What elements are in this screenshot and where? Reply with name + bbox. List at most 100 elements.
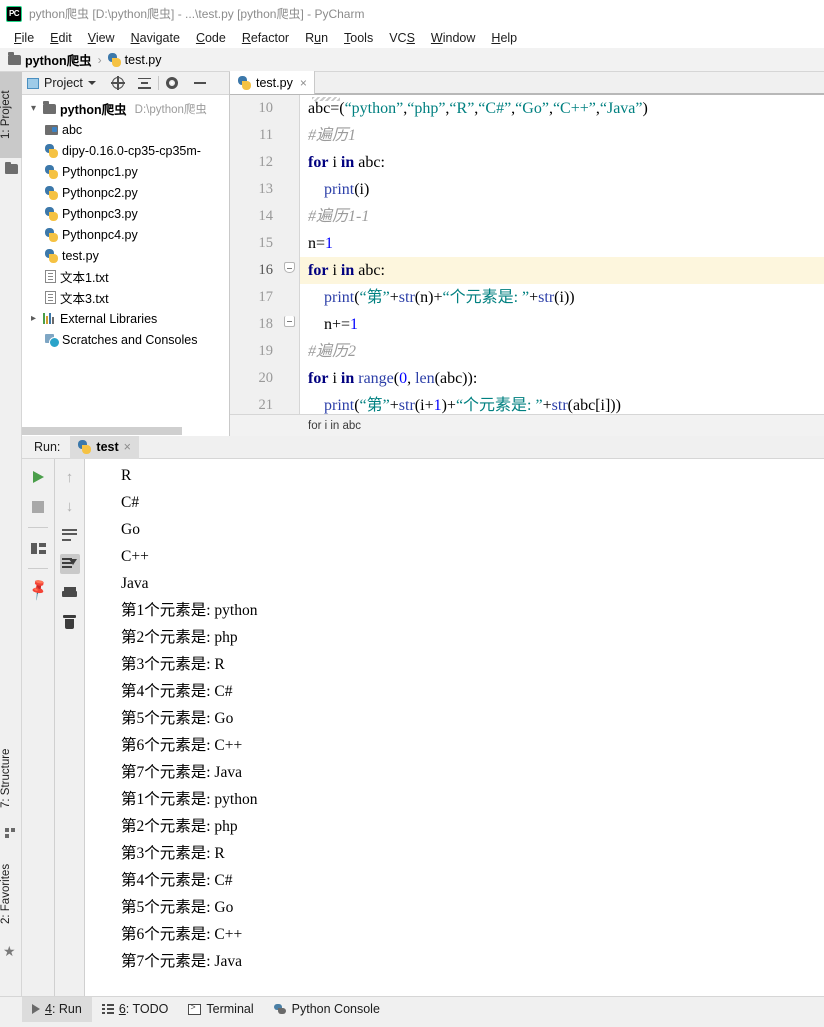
python-file-icon — [45, 206, 58, 221]
line-number-gutter[interactable]: 10 11 12 13 14 15 16 17 18 19 20 21 — [230, 95, 300, 414]
code-line-14: #遍历1-1 — [308, 208, 370, 225]
code-editor[interactable]: 10 11 12 13 14 15 16 17 18 19 20 21 abc=… — [230, 95, 824, 414]
tree-item-text1[interactable]: 文本1.txt — [22, 266, 229, 287]
line-number: 15 — [258, 235, 274, 251]
tree-item-pythonpc3[interactable]: Pythonpc3.py — [22, 203, 229, 224]
editor-tab-testpy[interactable]: test.py × — [230, 71, 315, 94]
editor-status-hint: for i in abc — [230, 414, 824, 436]
menu-help[interactable]: Help — [483, 30, 525, 46]
sidebar-item-project[interactable]: 1: Project — [0, 72, 22, 158]
close-icon[interactable]: × — [124, 440, 131, 454]
tree-item-dipy[interactable]: dipy-0.16.0-cp35-cp35m- — [22, 140, 229, 161]
tree-item-label: abc — [62, 122, 83, 137]
scroll-to-end-icon[interactable] — [59, 554, 80, 574]
todo-icon — [101, 1004, 114, 1014]
menu-file[interactable]: File — [6, 30, 42, 46]
status-item-run[interactable]: 4: Run — [22, 996, 92, 1022]
soft-wrap-icon[interactable] — [60, 525, 80, 545]
tree-item-abc[interactable]: abc — [22, 119, 229, 140]
locate-icon[interactable] — [110, 76, 125, 90]
gear-icon[interactable] — [165, 77, 178, 89]
run-toolbar-right: ↑ ↓ — [54, 459, 84, 996]
console-line: 第5个元素是: Go — [121, 899, 234, 916]
status-item-todo[interactable]: 6: TODO — [92, 997, 179, 1022]
console-line: C++ — [121, 548, 149, 565]
rerun-icon[interactable] — [28, 467, 48, 487]
error-squiggle — [312, 97, 340, 101]
title-bar: PC python爬虫 [D:\python爬虫] - ...\test.py … — [0, 0, 824, 27]
code-fold-toggle[interactable] — [284, 262, 295, 273]
tree-item-pythonpc4[interactable]: Pythonpc4.py — [22, 224, 229, 245]
status-item-python-console[interactable]: Python Console — [264, 997, 390, 1022]
menu-code[interactable]: Code — [188, 30, 234, 46]
text-file-icon — [45, 291, 56, 304]
tree-item-scratches[interactable]: Scratches and Consoles — [22, 329, 229, 350]
window-title: python爬虫 [D:\python爬虫] - ...\test.py [py… — [29, 7, 365, 21]
hide-icon[interactable] — [193, 82, 206, 84]
project-panel-title: Project — [44, 76, 83, 90]
breadcrumb[interactable]: python爬虫 › test.py — [0, 48, 824, 72]
scratches-icon — [45, 333, 60, 348]
breadcrumb-project-label: python爬虫 — [25, 54, 92, 68]
tree-item-label: dipy-0.16.0-cp35-cp35m- — [62, 143, 201, 158]
pycharm-logo-icon: PC — [6, 5, 22, 22]
tree-item-label: Pythonpc1.py — [62, 164, 138, 179]
python-file-icon — [107, 52, 121, 67]
status-item-todo-label: 6: TODO — [118, 1002, 169, 1016]
status-item-python-console-label: Python Console — [291, 1002, 380, 1016]
pin-icon[interactable]: 📌 — [26, 577, 51, 602]
code-lines[interactable]: abc=(“python”,“php”,“R”,“C#”,“Go”,“C++”,… — [300, 95, 824, 414]
line-number: 17 — [258, 289, 274, 305]
python-file-icon — [45, 227, 58, 242]
tree-item-testpy[interactable]: test.py — [22, 245, 229, 266]
print-icon[interactable] — [60, 583, 80, 603]
menu-refactor[interactable]: Refactor — [234, 30, 297, 46]
up-arrow-icon[interactable]: ↑ — [60, 467, 80, 487]
project-view-icon[interactable] — [27, 77, 39, 89]
folder-icon — [43, 101, 56, 114]
console-line: 第6个元素是: C++ — [121, 926, 243, 943]
run-icon — [32, 1004, 40, 1014]
sidebar-item-favorites[interactable]: 2: Favorites — [0, 848, 22, 940]
tree-item-label: test.py — [62, 248, 99, 263]
layout-icon[interactable] — [28, 538, 48, 558]
breadcrumb-file[interactable]: test.py — [107, 52, 162, 67]
tree-item-pythonpc1[interactable]: Pythonpc1.py — [22, 161, 229, 182]
tree-item-project-root[interactable]: ▾ python爬虫 D:\python爬虫 — [22, 98, 229, 119]
breadcrumb-separator: › — [97, 52, 102, 67]
code-line-11: #遍历1 — [308, 127, 357, 144]
down-arrow-icon[interactable]: ↓ — [60, 496, 80, 516]
sidebar-item-structure[interactable]: 7: Structure — [0, 734, 22, 822]
scrollbar-thumb[interactable] — [22, 427, 182, 435]
tree-item-text3[interactable]: 文本3.txt — [22, 287, 229, 308]
menu-navigate[interactable]: Navigate — [123, 30, 188, 46]
project-horizontal-scrollbar[interactable] — [22, 426, 229, 436]
menu-view[interactable]: View — [80, 30, 123, 46]
line-number: 21 — [258, 397, 274, 413]
close-icon[interactable]: × — [300, 76, 307, 90]
menu-vcs[interactable]: VCS — [381, 30, 423, 46]
code-fold-end[interactable] — [284, 316, 295, 327]
chevron-right-icon[interactable]: ▸ — [28, 313, 39, 324]
clear-all-icon[interactable] — [60, 612, 80, 632]
star-icon: ★ — [3, 943, 16, 959]
breadcrumb-project[interactable]: python爬虫 — [8, 50, 92, 69]
menu-run[interactable]: Run — [297, 30, 336, 46]
menu-edit[interactable]: Edit — [42, 30, 80, 46]
chevron-down-icon[interactable] — [87, 81, 96, 85]
editor-status-hint-label: for i in abc — [308, 419, 362, 432]
status-item-terminal[interactable]: Terminal — [178, 997, 263, 1022]
console-output[interactable]: R C# Go C++ Java 第1个元素是: python 第2个元素是: … — [84, 459, 824, 996]
project-tree[interactable]: ▾ python爬虫 D:\python爬虫 abc dipy-0.16.0-c… — [22, 95, 229, 426]
collapse-all-icon[interactable] — [137, 77, 151, 89]
tree-item-pythonpc2[interactable]: Pythonpc2.py — [22, 182, 229, 203]
tree-item-external-libraries[interactable]: ▸ External Libraries — [22, 308, 229, 329]
menu-tools[interactable]: Tools — [336, 30, 381, 46]
run-tab-test[interactable]: test × — [70, 435, 139, 459]
menu-window[interactable]: Window — [423, 30, 483, 46]
stop-icon[interactable] — [28, 497, 48, 517]
chevron-down-icon[interactable]: ▾ — [28, 103, 39, 114]
console-line: R — [121, 467, 132, 484]
line-number: 19 — [258, 343, 274, 359]
menu-bar[interactable]: File Edit View Navigate Code Refactor Ru… — [0, 27, 824, 48]
